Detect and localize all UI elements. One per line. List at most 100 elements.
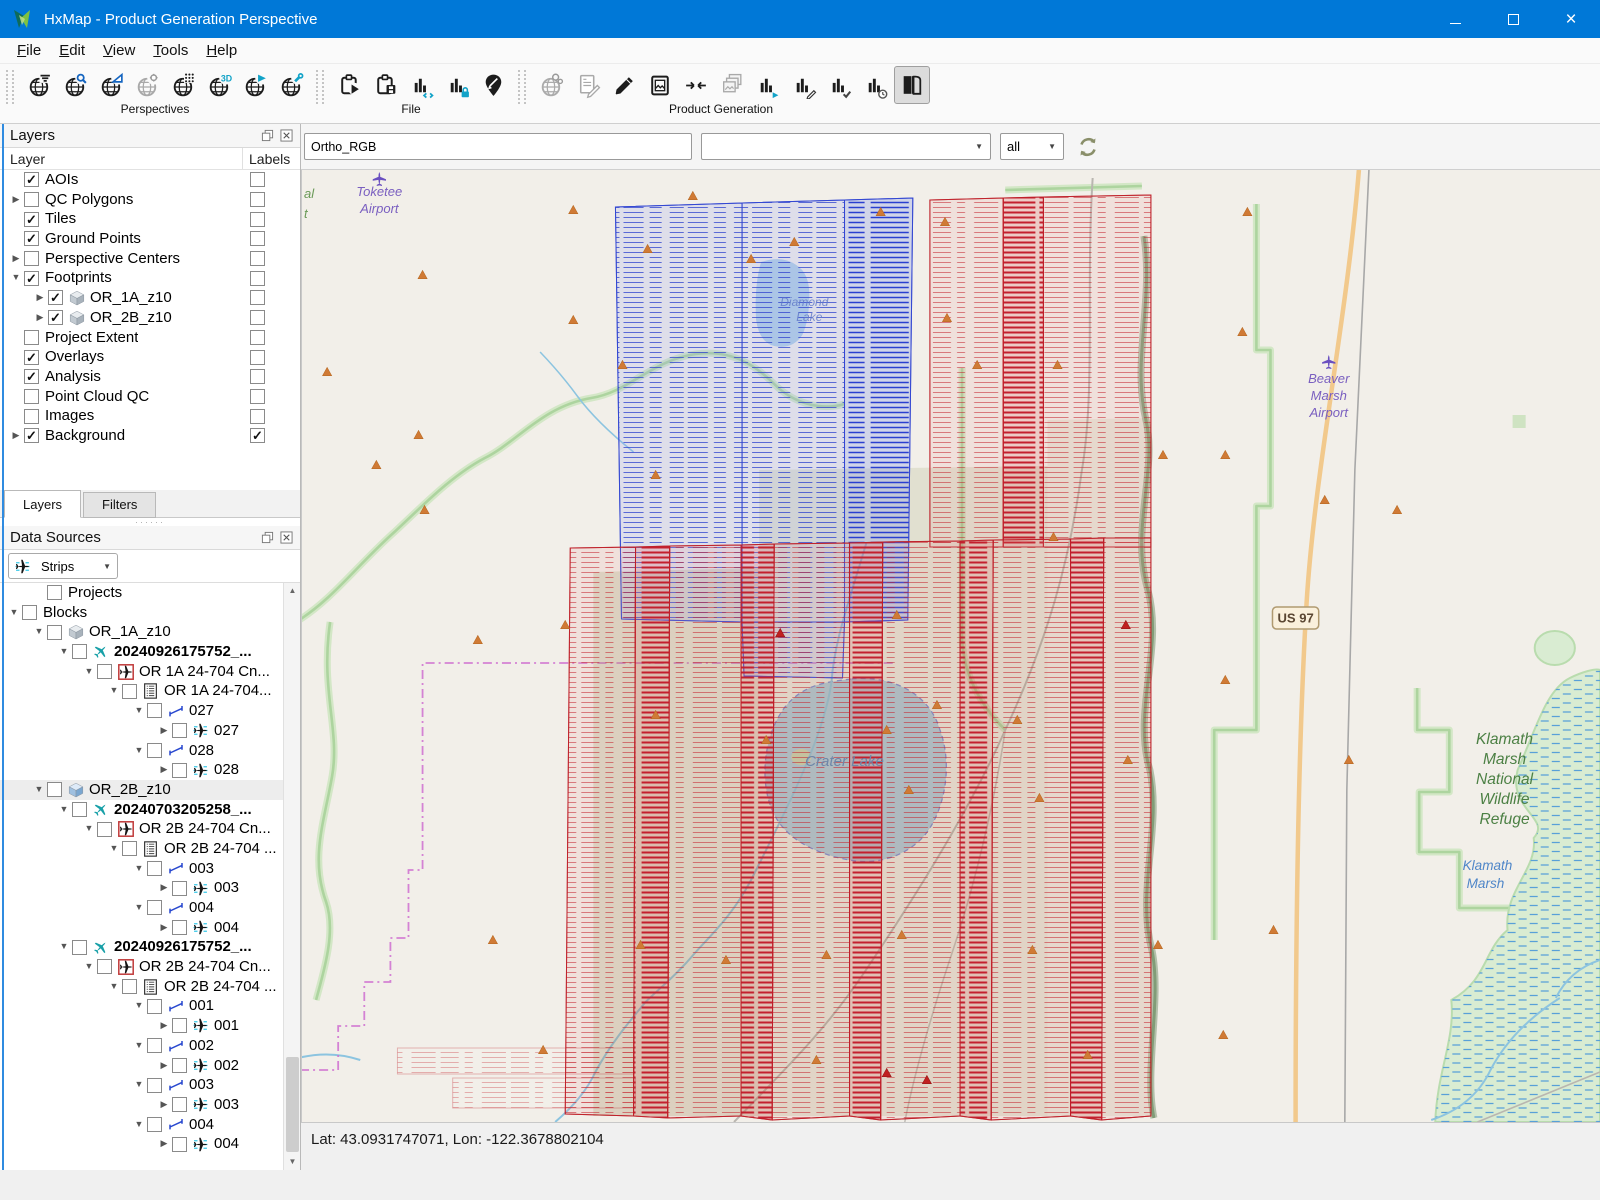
tree-row-002[interactable]: ▼002 [0, 1036, 283, 1056]
menu-file[interactable]: File [8, 42, 50, 59]
expander-icon[interactable]: ▼ [81, 819, 97, 839]
title-bar[interactable]: HxMap - Product Generation Perspective × [0, 0, 1600, 38]
labels-checkbox[interactable] [250, 290, 265, 305]
checkbox[interactable] [97, 959, 112, 974]
checkbox[interactable]: ✓ [24, 369, 39, 384]
globe-filter-button[interactable] [22, 66, 58, 104]
layers-close-icon[interactable] [279, 129, 294, 143]
tree-row-overlays[interactable]: ✓Overlays [0, 347, 300, 367]
checkbox[interactable] [147, 743, 162, 758]
checkbox[interactable]: ✓ [24, 271, 39, 286]
expander-icon[interactable]: ▶ [156, 721, 172, 741]
checkbox[interactable] [47, 782, 62, 797]
tree-row-aois[interactable]: ✓AOIs [0, 170, 300, 190]
tree-row-028[interactable]: ▶028 [0, 760, 283, 780]
checkbox[interactable]: ✓ [24, 350, 39, 365]
checkbox[interactable] [172, 881, 187, 896]
tree-row-004[interactable]: ▼004 [0, 898, 283, 918]
tree-row-001[interactable]: ▶001 [0, 1016, 283, 1036]
expander-icon[interactable]: ▼ [131, 1075, 147, 1095]
globe-3d-button[interactable]: 3D [202, 66, 238, 104]
image-gallery-button[interactable] [642, 66, 678, 104]
checkbox[interactable] [24, 192, 39, 207]
tree-row-ground-points[interactable]: ✓Ground Points [0, 229, 300, 249]
tree-row-004[interactable]: ▶004 [0, 1134, 283, 1154]
checkbox[interactable]: ✓ [24, 172, 39, 187]
chart-transfer-button[interactable] [404, 66, 440, 104]
checkbox[interactable] [147, 1078, 162, 1093]
tree-row-point-cloud-qc[interactable]: Point Cloud QC [0, 387, 300, 407]
tree-row-004[interactable]: ▼004 [0, 1115, 283, 1135]
labels-checkbox[interactable]: ✓ [250, 428, 265, 443]
image-layers-button[interactable] [714, 66, 750, 104]
tree-row-or-1a-24-704[interactable]: ▼OR 1A 24-704... [0, 681, 283, 701]
panel-splitter[interactable]: ······ [0, 518, 300, 526]
scroll-up-icon[interactable]: ▲ [284, 583, 301, 599]
tree-row-or-1a-24-704-cn[interactable]: ▼OR 1A 24-704 Cn... [0, 662, 283, 682]
checkbox[interactable] [24, 409, 39, 424]
expander-icon[interactable]: ▼ [56, 800, 72, 820]
expander-icon[interactable]: ▶ [156, 760, 172, 780]
data-sources-close-icon[interactable] [279, 531, 294, 545]
chart-lock-button[interactable] [440, 66, 476, 104]
checkbox[interactable] [172, 1058, 187, 1073]
tree-row-028[interactable]: ▼028 [0, 741, 283, 761]
globe-grid-button[interactable] [166, 66, 202, 104]
clipboard-save-button[interactable] [368, 66, 404, 104]
tree-row-20240926175752[interactable]: ▼20240926175752_... [0, 642, 283, 662]
globe-wrench-button[interactable] [274, 66, 310, 104]
globe-gears-button[interactable] [534, 66, 570, 104]
expander-icon[interactable]: ▼ [56, 937, 72, 957]
expander-icon[interactable]: ▶ [8, 426, 24, 446]
minimize-button[interactable] [1426, 0, 1484, 38]
expander-icon[interactable]: ▼ [131, 741, 147, 761]
checkbox[interactable]: ✓ [48, 310, 63, 325]
tree-row-project-extent[interactable]: Project Extent [0, 328, 300, 348]
close-button[interactable]: × [1542, 0, 1600, 38]
clipboard-run-button[interactable] [332, 66, 368, 104]
checkbox[interactable] [147, 1117, 162, 1132]
expander-icon[interactable]: ▼ [131, 1115, 147, 1135]
tree-row-003[interactable]: ▼003 [0, 859, 283, 879]
expander-icon[interactable]: ▶ [8, 249, 24, 269]
expander-icon[interactable]: ▼ [131, 1036, 147, 1056]
expander-icon[interactable]: ▼ [131, 898, 147, 918]
data-sources-float-icon[interactable] [260, 531, 275, 545]
menu-edit[interactable]: Edit [50, 42, 94, 59]
chart-check-button[interactable] [822, 66, 858, 104]
expander-icon[interactable]: ▼ [131, 701, 147, 721]
tree-row-004[interactable]: ▶004 [0, 918, 283, 938]
tree-row-qc-polygons[interactable]: ▶QC Polygons [0, 190, 300, 210]
tree-row-or-2b-z10[interactable]: ▶✓OR_2B_z10 [0, 308, 300, 328]
checkbox[interactable]: ✓ [24, 212, 39, 227]
checkbox[interactable] [24, 251, 39, 266]
checkbox[interactable]: ✓ [48, 290, 63, 305]
checkbox[interactable] [122, 684, 137, 699]
tree-row-images[interactable]: Images [0, 406, 300, 426]
data-sources-scrollbar[interactable]: ▲ ▼ [283, 583, 300, 1170]
expander-icon[interactable]: ▼ [6, 603, 22, 623]
expander-icon[interactable]: ▶ [156, 918, 172, 938]
checkbox[interactable] [97, 822, 112, 837]
chart-edit-button[interactable] [786, 66, 822, 104]
checkbox[interactable] [147, 999, 162, 1014]
tree-row-blocks[interactable]: ▼Blocks [0, 603, 283, 623]
tree-row-001[interactable]: ▼001 [0, 996, 283, 1016]
checkbox[interactable] [172, 920, 187, 935]
filter-combobox[interactable]: ▼ [701, 133, 991, 160]
expander-icon[interactable]: ▼ [106, 681, 122, 701]
expander-icon[interactable]: ▼ [131, 859, 147, 879]
tree-row-projects[interactable]: Projects [0, 583, 283, 603]
labels-checkbox[interactable] [250, 251, 265, 266]
checkbox[interactable] [147, 900, 162, 915]
map-view[interactable]: US 97 ToketeeAirportBeaverMarshAirportKl… [301, 170, 1600, 1122]
toolbar-grip[interactable] [6, 70, 14, 104]
strips-dropdown[interactable]: Strips ▼ [8, 553, 118, 579]
expander-icon[interactable]: ▶ [156, 1095, 172, 1115]
labels-checkbox[interactable] [250, 192, 265, 207]
scrollbar-thumb[interactable] [286, 1057, 299, 1152]
tree-row-or-2b-24-704[interactable]: ▼OR 2B 24-704 ... [0, 977, 283, 997]
tree-row-or-1a-z10[interactable]: ▶✓OR_1A_z10 [0, 288, 300, 308]
expander-icon[interactable]: ▶ [156, 1134, 172, 1154]
menu-view[interactable]: View [94, 42, 144, 59]
